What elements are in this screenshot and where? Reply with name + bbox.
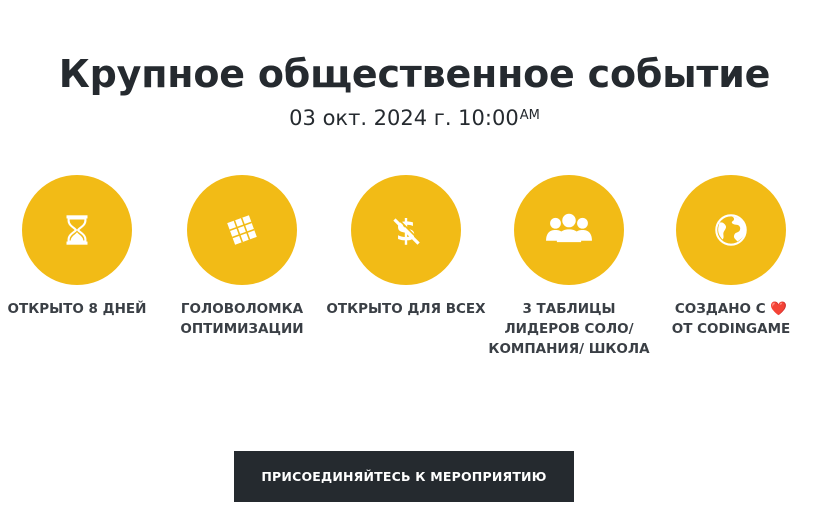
feature-leaderboards-label: 3 ТАБЛИЦЫ ЛИДЕРОВ СОЛО/ КОМПАНИЯ/ ШКОЛА xyxy=(488,301,650,357)
rubiks-cube-icon xyxy=(227,215,257,245)
feature-duration-label: ОТКРЫТО 8 ДНЕЙ xyxy=(7,301,147,317)
hourglass-icon xyxy=(66,215,88,245)
event-date: 03 окт. 2024 г. 10:00AM xyxy=(0,106,829,130)
feature-duration: ОТКРЫТО 8 ДНЕЙ xyxy=(0,175,162,319)
feature-creator-label: СОЗДАНО С ❤️ ОТ CODINGAME xyxy=(646,299,816,339)
feature-puzzle-circle xyxy=(187,175,297,285)
feature-duration-circle xyxy=(22,175,132,285)
team-icon xyxy=(546,213,592,243)
feature-creator-circle xyxy=(676,175,786,285)
no-dollar-icon: $ xyxy=(393,214,422,248)
feature-puzzle: ГОЛОВОЛОМКА ОПТИМИЗАЦИИ xyxy=(157,175,327,339)
feature-leaderboards: 3 ТАБЛИЦЫ ЛИДЕРОВ СОЛО/ КОМПАНИЯ/ ШКОЛА xyxy=(484,175,654,359)
feature-leaderboards-circle xyxy=(514,175,624,285)
feature-open-label: ОТКРЫТО ДЛЯ ВСЕХ xyxy=(326,301,486,317)
event-date-text: 03 окт. 2024 г. 10:00 xyxy=(289,106,519,130)
heart-icon: ❤️ xyxy=(770,301,788,317)
feature-creator-label-prefix: СОЗДАНО С xyxy=(674,301,766,317)
feature-creator: СОЗДАНО С ❤️ ОТ CODINGAME xyxy=(646,175,816,339)
event-date-suffix: AM xyxy=(519,108,540,123)
globe-icon xyxy=(715,214,747,246)
feature-puzzle-label: ГОЛОВОЛОМКА ОПТИМИЗАЦИИ xyxy=(180,301,304,337)
event-title: Крупное общественное событие xyxy=(58,52,771,96)
join-event-button[interactable]: ПРИСОЕДИНЯЙТЕСЬ К МЕРОПРИЯТИЮ xyxy=(234,451,574,502)
feature-open-circle: $ xyxy=(351,175,461,285)
feature-open: $ ОТКРЫТО ДЛЯ ВСЕХ xyxy=(321,175,491,319)
feature-creator-label-suffix: ОТ CODINGAME xyxy=(671,321,791,337)
